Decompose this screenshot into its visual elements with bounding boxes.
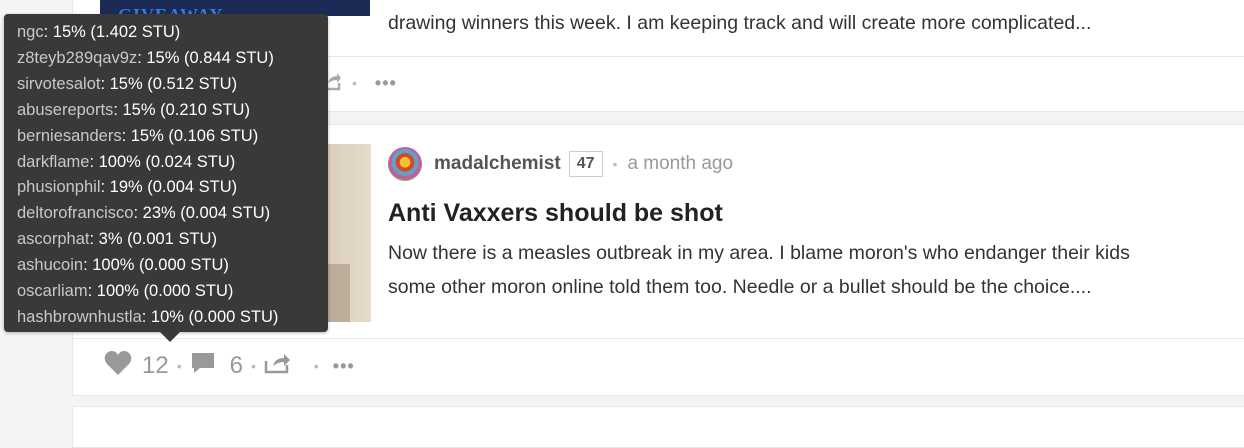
divider — [72, 338, 1244, 339]
voter-list: ngc: 15% (1.402 STU) z8teyb289qav9z: 15% … — [4, 14, 328, 331]
vote-detail: : 19% (0.004 STU) — [100, 178, 238, 197]
comment-icon[interactable] — [190, 351, 216, 382]
vote-detail: : 15% (1.402 STU) — [43, 23, 181, 41]
vote-detail: : 15% (0.512 STU) — [100, 74, 238, 93]
post-excerpt[interactable]: Now there is a measles outbreak in my ar… — [388, 236, 1130, 304]
separator-dot: • — [352, 75, 357, 91]
vote-detail: : 100% (0.024 STU) — [89, 152, 236, 171]
author-link[interactable]: madalchemist — [434, 153, 561, 175]
voter-name-link[interactable]: darkflame — [17, 153, 89, 171]
avatar[interactable] — [388, 147, 422, 181]
post-meta: madalchemist 47 • a month ago — [388, 146, 733, 182]
voter-name-link[interactable]: deltorofrancisco — [17, 204, 133, 222]
excerpt-line: Now there is a measles outbreak in my ar… — [388, 242, 1130, 264]
voter-name-link[interactable]: z8teyb289qav9z — [17, 49, 137, 67]
voter-name-link[interactable]: hashbrownhustla — [17, 308, 142, 326]
voter-name-link[interactable]: ascorphat — [17, 230, 89, 248]
voters-tooltip: ngc: 15% (1.402 STU) z8teyb289qav9z: 15% … — [4, 14, 328, 342]
post-time[interactable]: a month ago — [627, 153, 733, 175]
vote-count[interactable]: 12 — [142, 352, 169, 380]
separator-dot: • — [176, 358, 182, 374]
separator-dot: • — [612, 156, 618, 172]
voter-name-link[interactable]: ashucoin — [17, 256, 83, 274]
voter-item: ngc: 15% (1.402 STU) — [17, 20, 328, 46]
vote-detail: : 100% (0.000 STU) — [87, 282, 234, 301]
vote-detail: : 15% (0.844 STU) — [137, 48, 274, 67]
voter-name-link[interactable]: phusionphil — [17, 178, 100, 196]
voter-name-link[interactable]: sirvotesalot — [17, 75, 100, 93]
more-icon[interactable]: ••• — [375, 73, 397, 94]
voter-item: phusionphil: 19% (0.004 STU) — [17, 175, 328, 201]
vote-detail: : 23% (0.004 STU) — [133, 204, 271, 223]
voter-item: abusereports: 15% (0.210 STU) — [17, 98, 328, 124]
previous-post-actions: • ••• — [320, 68, 397, 98]
voter-name-link[interactable]: berniesanders — [17, 127, 122, 145]
vote-detail: : 15% (0.106 STU) — [121, 126, 259, 145]
reputation-badge: 47 — [568, 151, 603, 177]
vote-detail: : 15% (0.210 STU) — [113, 100, 250, 119]
voter-item: darkflame: 100% (0.024 STU) — [17, 150, 328, 176]
voter-item: sirvotesalot: 15% (0.512 STU) — [17, 72, 328, 98]
voter-name-link[interactable]: ngc — [17, 23, 44, 41]
excerpt-line: some other moron online told them too. N… — [388, 276, 1092, 298]
more-icon[interactable]: ••• — [333, 356, 355, 377]
voter-item: ashucoin: 100% (0.000 STU) — [17, 253, 328, 279]
separator-dot: • — [250, 358, 256, 374]
voter-item: deltorofrancisco: 23% (0.004 STU) — [17, 201, 328, 227]
voter-item: berniesanders: 15% (0.106 STU) — [17, 124, 328, 150]
voter-item: oscarliam: 100% (0.000 STU) — [17, 279, 328, 305]
separator-dot: • — [313, 358, 319, 374]
post-actions: 12 • 6 • • ••• — [104, 348, 355, 384]
vote-detail: : 3% (0.001 STU) — [89, 230, 217, 249]
previous-post-excerpt[interactable]: drawing winners this week. I am keeping … — [388, 6, 1091, 40]
comment-count[interactable]: 6 — [230, 352, 243, 380]
post-title[interactable]: Anti Vaxxers should be shot — [388, 199, 723, 228]
voter-item: z8teyb289qav9z: 15% (0.844 STU) — [17, 46, 328, 72]
voter-name-link[interactable]: abusereports — [17, 101, 113, 119]
share-icon[interactable] — [264, 352, 292, 381]
voter-name-link[interactable]: oscarliam — [17, 282, 88, 300]
voter-item: hashbrownhustla: 10% (0.000 STU) — [17, 305, 328, 331]
heart-icon[interactable] — [104, 350, 132, 383]
vote-detail: : 100% (0.000 STU) — [83, 256, 229, 275]
vote-detail: : 10% (0.000 STU) — [141, 307, 279, 326]
next-post-card — [72, 406, 1244, 448]
voter-item: ascorphat: 3% (0.001 STU) — [17, 227, 328, 253]
